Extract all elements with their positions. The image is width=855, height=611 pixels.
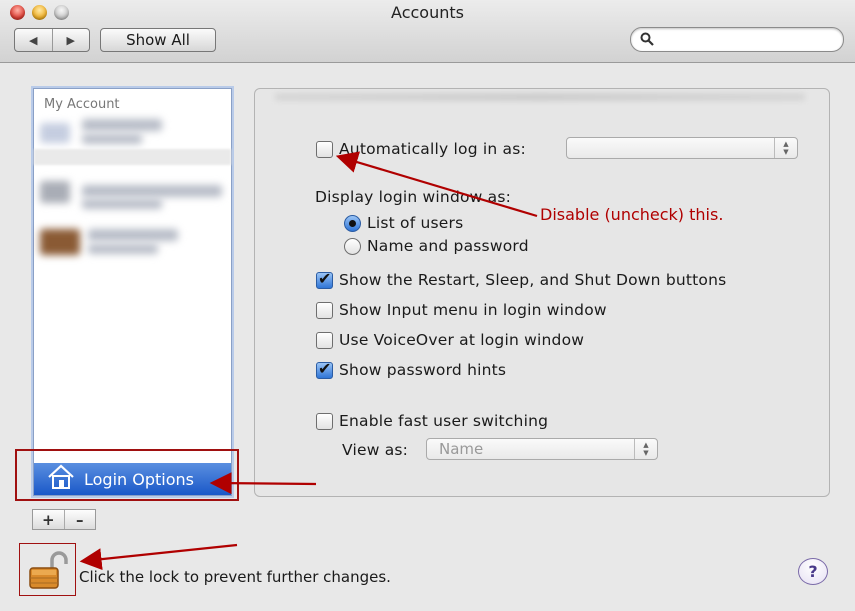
- voiceover-label: Use VoiceOver at login window: [339, 331, 585, 349]
- list-of-users-label: List of users: [367, 214, 464, 232]
- view-as-value: Name: [439, 440, 484, 458]
- window-title: Accounts: [391, 3, 464, 22]
- auto-login-user-popup[interactable]: ▲ ▼: [566, 137, 798, 159]
- add-user-button[interactable]: +: [33, 510, 65, 529]
- restart-buttons-row: Show the Restart, Sleep, and Shut Down b…: [316, 269, 727, 289]
- user-avatar-blurred: [40, 181, 70, 203]
- fast-switching-row: Enable fast user switching: [316, 412, 548, 430]
- popup-arrows-icon: ▲ ▼: [634, 439, 657, 459]
- user-type-blurred: [88, 244, 158, 254]
- list-of-users-radio[interactable]: [344, 214, 361, 232]
- view-as-label: View as:: [342, 441, 409, 459]
- login-options-panel: Automatically log in as: ▲ ▼ Display logi…: [254, 88, 830, 497]
- display-login-heading: Display login window as:: [315, 188, 512, 206]
- search-input[interactable]: [630, 27, 844, 52]
- password-hints-row: Show password hints: [316, 359, 507, 379]
- back-button[interactable]: ◀: [15, 29, 53, 51]
- login-options-highlight-box: [15, 449, 239, 501]
- input-menu-label: Show Input menu in login window: [339, 301, 607, 319]
- lock-highlight-box: [19, 543, 76, 596]
- my-account-header: My Account: [44, 97, 120, 112]
- panel-tabs-blurred: [275, 93, 805, 101]
- name-password-row: Name and password: [344, 237, 529, 255]
- accounts-list: My Account Login Options: [33, 88, 232, 496]
- restart-buttons-label: Show the Restart, Sleep, and Shut Down b…: [339, 271, 727, 289]
- list-of-users-row: List of users: [344, 214, 463, 232]
- account-name-blurred[interactable]: [82, 119, 162, 131]
- fast-switching-checkbox[interactable]: [316, 412, 333, 430]
- help-button[interactable]: ?: [798, 558, 828, 585]
- name-password-radio[interactable]: [344, 237, 361, 255]
- view-as-row: View as:: [342, 441, 408, 459]
- search-icon: [640, 32, 654, 50]
- name-password-label: Name and password: [367, 237, 529, 255]
- forward-button[interactable]: ▶: [53, 29, 90, 51]
- account-type-blurred: [82, 134, 142, 144]
- view-as-popup[interactable]: Name ▲ ▼: [426, 438, 658, 460]
- fast-switching-label: Enable fast user switching: [339, 412, 549, 430]
- auto-login-checkbox[interactable]: [316, 140, 333, 158]
- user-type-blurred: [82, 199, 162, 209]
- add-remove-control: + –: [32, 509, 96, 530]
- window-titlebar: Accounts ◀ ▶ Show All: [0, 0, 855, 63]
- list-separator: [34, 149, 231, 165]
- restart-buttons-checkbox[interactable]: [316, 269, 333, 289]
- input-menu-checkbox[interactable]: [316, 301, 333, 319]
- annotation-callout: Disable (uncheck) this.: [540, 205, 724, 224]
- user-name-blurred[interactable]: [82, 185, 222, 197]
- display-heading-row: Display login window as:: [315, 188, 511, 206]
- lock-icon[interactable]: [28, 550, 68, 594]
- popup-arrows-icon: ▲ ▼: [774, 138, 797, 158]
- voiceover-checkbox[interactable]: [316, 331, 333, 349]
- password-hints-checkbox[interactable]: [316, 359, 333, 379]
- remove-user-button[interactable]: –: [65, 510, 96, 529]
- user-name-blurred[interactable]: [88, 229, 178, 241]
- voiceover-row: Use VoiceOver at login window: [316, 331, 584, 349]
- input-menu-row: Show Input menu in login window: [316, 301, 607, 319]
- lock-status-text: Click the lock to prevent further change…: [79, 568, 391, 586]
- arrow-to-lock: [79, 543, 238, 571]
- account-avatar-blurred: [40, 123, 70, 143]
- back-forward-control: ◀ ▶: [14, 28, 90, 52]
- show-all-button[interactable]: Show All: [100, 28, 216, 52]
- user-avatar-blurred: [40, 229, 80, 255]
- password-hints-label: Show password hints: [339, 361, 507, 379]
- auto-login-row: Automatically log in as:: [316, 140, 526, 158]
- auto-login-label: Automatically log in as:: [339, 140, 526, 158]
